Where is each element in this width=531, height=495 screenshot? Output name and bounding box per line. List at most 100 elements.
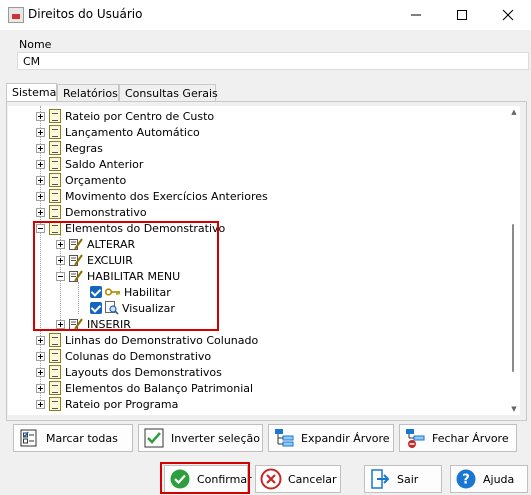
document-icon [49, 141, 61, 155]
checkbox-checked[interactable] [90, 302, 102, 314]
scroll-up-arrow-icon[interactable]: ▲ [510, 108, 518, 116]
minimize-button[interactable] [393, 0, 439, 30]
tree-node-label: Colunas do Demonstrativo [65, 349, 212, 363]
tree-node[interactable]: Rateio por Programa [36, 396, 178, 412]
tree-node[interactable]: Habilitar [90, 284, 171, 300]
tab-sistema[interactable]: Sistema [6, 83, 57, 101]
tree-node[interactable]: Movimento dos Exercícios Anteriores [36, 188, 268, 204]
expand-icon[interactable] [36, 383, 45, 393]
expand-icon[interactable] [36, 367, 45, 377]
expandir-arvore-label: Expandir Árvore [301, 431, 390, 445]
tree-node[interactable]: ALTERAR [56, 236, 135, 252]
edit-list-icon [69, 318, 83, 330]
expand-icon[interactable] [36, 207, 45, 217]
close-icon [502, 9, 514, 21]
tab-consultas-gerais[interactable]: Consultas Gerais [119, 84, 218, 101]
tree-node-expanded[interactable]: HABILITAR MENU [56, 268, 180, 284]
fechar-arvore-label: Fechar Árvore [432, 431, 509, 445]
expand-icon[interactable] [36, 159, 45, 169]
ajuda-label: Ajuda [483, 472, 515, 486]
checklist-icon [20, 429, 37, 447]
expand-icon[interactable] [36, 191, 45, 201]
nome-label: Nome [19, 38, 52, 51]
checkbox-checked[interactable] [90, 286, 102, 298]
scroll-thumb[interactable] [512, 224, 514, 372]
key-icon [105, 288, 120, 296]
app-icon [8, 7, 24, 23]
expand-tree-icon [275, 429, 294, 447]
collapse-icon[interactable] [36, 223, 45, 233]
tree-node-label: Layouts dos Demonstrativos [65, 365, 222, 379]
tree-node[interactable]: Orçamento [36, 172, 126, 188]
expand-icon[interactable] [36, 143, 45, 153]
expand-icon[interactable] [56, 239, 65, 249]
tab-relatorios[interactable]: Relatórios [57, 84, 119, 101]
close-button[interactable] [485, 0, 531, 30]
tree-node-label: Saldo Anterior [65, 157, 144, 171]
inverter-selecao-label: Inverter seleção [171, 431, 260, 445]
tree-node[interactable]: Lançamento Automático [36, 124, 200, 140]
document-icon [49, 205, 61, 219]
tree-node[interactable]: Rateio por Centro de Custo [36, 108, 214, 124]
tree-node-label: EXCLUIR [87, 253, 133, 267]
edit-list-icon [69, 238, 83, 250]
ajuda-button[interactable]: ? Ajuda [450, 465, 528, 493]
minimize-icon [411, 14, 421, 16]
inverter-selecao-button[interactable]: Inverter seleção [138, 424, 263, 452]
tree-node[interactable]: Colunas do Demonstrativo [36, 348, 211, 364]
tree-node-label: Demonstrativo [65, 205, 147, 219]
cancelar-button[interactable]: Cancelar [255, 465, 341, 493]
nome-input[interactable] [17, 52, 529, 70]
sair-label: Sair [397, 472, 419, 486]
document-icon [49, 125, 61, 139]
tree-node[interactable]: Saldo Anterior [36, 156, 143, 172]
cancel-x-icon [260, 468, 282, 490]
confirmar-label: Confirmar [197, 472, 252, 486]
tree-node-label: Elementos do Balanço Patrimonial [65, 381, 254, 395]
tree-scrollbar[interactable]: ▲ ▼ [508, 106, 520, 415]
expand-icon[interactable] [36, 399, 45, 409]
document-icon [49, 221, 61, 235]
confirmar-button[interactable]: Confirmar [164, 465, 252, 493]
tree-node-label: Orçamento [65, 173, 127, 187]
document-icon [49, 189, 61, 203]
tree-node[interactable]: Demonstrativo [36, 204, 147, 220]
expand-icon[interactable] [36, 335, 45, 345]
permissions-tree[interactable]: Rateio por Centro de Custo Lançamento Au… [8, 106, 508, 415]
expand-icon[interactable] [56, 319, 65, 329]
invert-check-icon [144, 428, 164, 448]
document-icon [49, 109, 61, 123]
tree-node[interactable]: EXCLUIR [56, 252, 133, 268]
confirm-check-icon [170, 469, 190, 489]
expand-icon[interactable] [56, 255, 65, 265]
tree-node[interactable]: Visualizar [90, 300, 175, 316]
document-icon [49, 173, 61, 187]
tree-node[interactable]: Linhas do Demonstrativo Colunado [36, 332, 258, 348]
svg-text:?: ? [462, 473, 470, 488]
collapse-icon[interactable] [56, 271, 65, 281]
document-icon [49, 381, 61, 395]
edit-list-icon [69, 254, 83, 266]
marcar-todas-button[interactable]: Marcar todas [13, 424, 133, 452]
expand-icon[interactable] [36, 351, 45, 361]
tree-node[interactable]: Regras [36, 140, 103, 156]
expand-icon[interactable] [36, 175, 45, 185]
window-title: Direitos do Usuário [28, 7, 143, 21]
maximize-button[interactable] [439, 0, 485, 30]
scroll-down-arrow-icon[interactable]: ▼ [510, 405, 518, 413]
expand-icon[interactable] [36, 111, 45, 121]
tree-node[interactable]: INSERIR [56, 316, 131, 332]
tree-node-expanded[interactable]: Elementos do Demonstrativo [36, 220, 225, 236]
cancelar-label: Cancelar [288, 472, 337, 486]
expandir-arvore-button[interactable]: Expandir Árvore [268, 424, 394, 452]
tree-node[interactable]: Layouts dos Demonstrativos [36, 364, 222, 380]
tree-node-label: ALTERAR [87, 237, 136, 251]
tree-node-label: Linhas do Demonstrativo Colunado [65, 333, 259, 347]
tree-node[interactable]: Elementos do Balanço Patrimonial [36, 380, 253, 396]
marcar-todas-label: Marcar todas [46, 431, 118, 445]
document-icon [49, 365, 61, 379]
fechar-arvore-button[interactable]: Fechar Árvore [399, 424, 517, 452]
expand-icon[interactable] [36, 127, 45, 137]
tree-node-label: Habilitar [124, 285, 171, 299]
sair-button[interactable]: Sair [364, 465, 442, 493]
